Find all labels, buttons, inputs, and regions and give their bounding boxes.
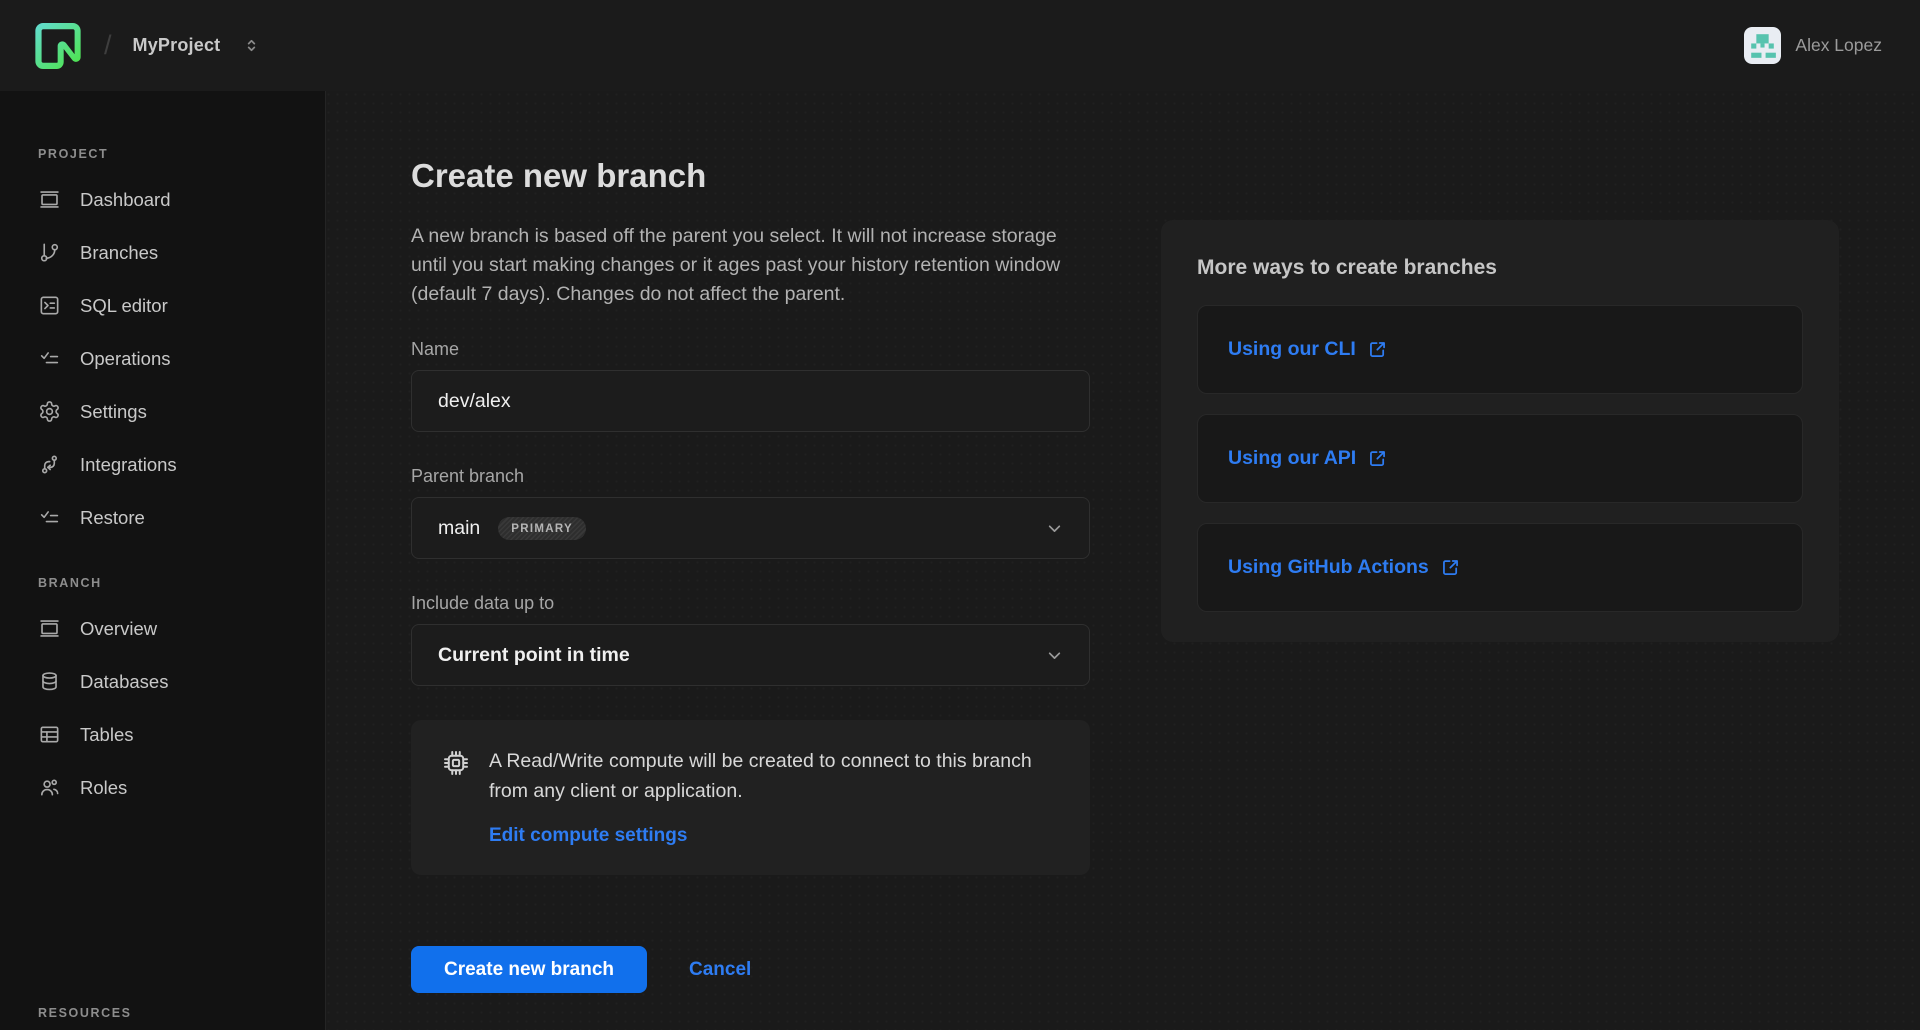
parent-branch-select[interactable]: main PRIMARY — [411, 497, 1090, 559]
sidebar-item-branches[interactable]: Branches — [38, 226, 325, 279]
parent-branch-value: main — [438, 517, 480, 540]
sidebar-item-label: Restore — [80, 507, 145, 529]
main-content: Create new branch A new branch is based … — [326, 91, 1920, 1030]
sidebar-item-settings[interactable]: Settings — [38, 385, 325, 438]
cli-link-label: Using our CLI — [1228, 338, 1356, 361]
parent-branch-label: Parent branch — [411, 466, 1090, 487]
include-data-select[interactable]: Current point in time — [411, 624, 1090, 686]
sidebar-item-label: Dashboard — [80, 189, 171, 211]
sidebar-section-resources: RESOURCES — [38, 1006, 132, 1020]
name-label: Name — [411, 339, 1090, 360]
sidebar-item-label: Overview — [80, 618, 157, 640]
chevron-down-icon — [1044, 645, 1065, 666]
user-name[interactable]: Alex Lopez — [1795, 35, 1882, 56]
avatar[interactable] — [1744, 27, 1781, 64]
topbar: / MyProject Alex Lopez — [0, 0, 1920, 91]
cancel-button[interactable]: Cancel — [689, 959, 751, 981]
sidebar-item-label: Integrations — [80, 454, 177, 476]
breadcrumb-slash: / — [104, 30, 112, 61]
api-card[interactable]: Using our API — [1197, 414, 1803, 503]
sidebar-item-label: Operations — [80, 348, 171, 370]
sidebar-item-databases[interactable]: Databases — [38, 655, 325, 708]
sidebar-item-roles[interactable]: Roles — [38, 761, 325, 814]
github-actions-link-label: Using GitHub Actions — [1228, 556, 1429, 579]
users-icon — [38, 776, 61, 799]
external-link-icon — [1440, 557, 1461, 578]
table-icon — [38, 723, 61, 746]
database-icon — [38, 670, 61, 693]
external-link-icon — [1367, 339, 1388, 360]
external-link-icon — [1367, 448, 1388, 469]
app-window: / MyProject Alex Lopez PROJECT — [0, 0, 1920, 1030]
more-ways-panel: More ways to create branches Using our C… — [1161, 220, 1839, 642]
dashboard-icon — [38, 617, 61, 640]
gear-icon — [38, 400, 61, 423]
edit-compute-settings-link[interactable]: Edit compute settings — [489, 825, 687, 847]
project-selector-label[interactable]: MyProject — [133, 35, 221, 56]
include-data-label: Include data up to — [411, 593, 1090, 614]
create-branch-button[interactable]: Create new branch — [411, 946, 647, 993]
dashboard-icon — [38, 188, 61, 211]
sidebar-item-label: Settings — [80, 401, 147, 423]
compute-note-text: A Read/Write compute will be created to … — [489, 747, 1060, 806]
sidebar-item-label: Branches — [80, 242, 158, 264]
sidebar-item-label: Databases — [80, 671, 168, 693]
checklist-icon — [38, 506, 61, 529]
project-unfold-icon[interactable] — [243, 37, 260, 54]
include-data-value: Current point in time — [438, 644, 630, 667]
sidebar: PROJECT Dashboard Branches — [0, 91, 326, 1030]
sidebar-section-project: PROJECT — [38, 147, 325, 161]
sidebar-item-overview[interactable]: Overview — [38, 602, 325, 655]
compute-note-card: A Read/Write compute will be created to … — [411, 720, 1090, 875]
cpu-chip-icon — [441, 748, 471, 778]
sidebar-item-sql-editor[interactable]: SQL editor — [38, 279, 325, 332]
sidebar-item-integrations[interactable]: Integrations — [38, 438, 325, 491]
sidebar-item-label: SQL editor — [80, 295, 168, 317]
sql-editor-icon — [38, 294, 61, 317]
more-ways-title: More ways to create branches — [1197, 256, 1803, 280]
sidebar-item-operations[interactable]: Operations — [38, 332, 325, 385]
github-actions-link[interactable]: Using GitHub Actions — [1228, 556, 1461, 579]
page-title: Create new branch — [411, 157, 1090, 195]
sidebar-item-label: Roles — [80, 777, 127, 799]
cli-card[interactable]: Using our CLI — [1197, 305, 1803, 394]
api-link-label: Using our API — [1228, 447, 1356, 470]
sidebar-item-restore[interactable]: Restore — [38, 491, 325, 544]
sidebar-section-branch: BRANCH — [38, 576, 325, 590]
sidebar-item-label: Tables — [80, 724, 133, 746]
branch-name-input[interactable] — [411, 370, 1090, 432]
page-description: A new branch is based off the parent you… — [411, 222, 1090, 309]
sidebar-item-dashboard[interactable]: Dashboard — [38, 173, 325, 226]
primary-badge: PRIMARY — [498, 517, 586, 540]
checklist-icon — [38, 347, 61, 370]
sidebar-item-tables[interactable]: Tables — [38, 708, 325, 761]
integrations-icon — [38, 453, 61, 476]
neon-logo-icon[interactable] — [35, 23, 81, 69]
cli-link[interactable]: Using our CLI — [1228, 338, 1388, 361]
git-branch-icon — [38, 241, 61, 264]
api-link[interactable]: Using our API — [1228, 447, 1388, 470]
chevron-down-icon — [1044, 518, 1065, 539]
github-actions-card[interactable]: Using GitHub Actions — [1197, 523, 1803, 612]
